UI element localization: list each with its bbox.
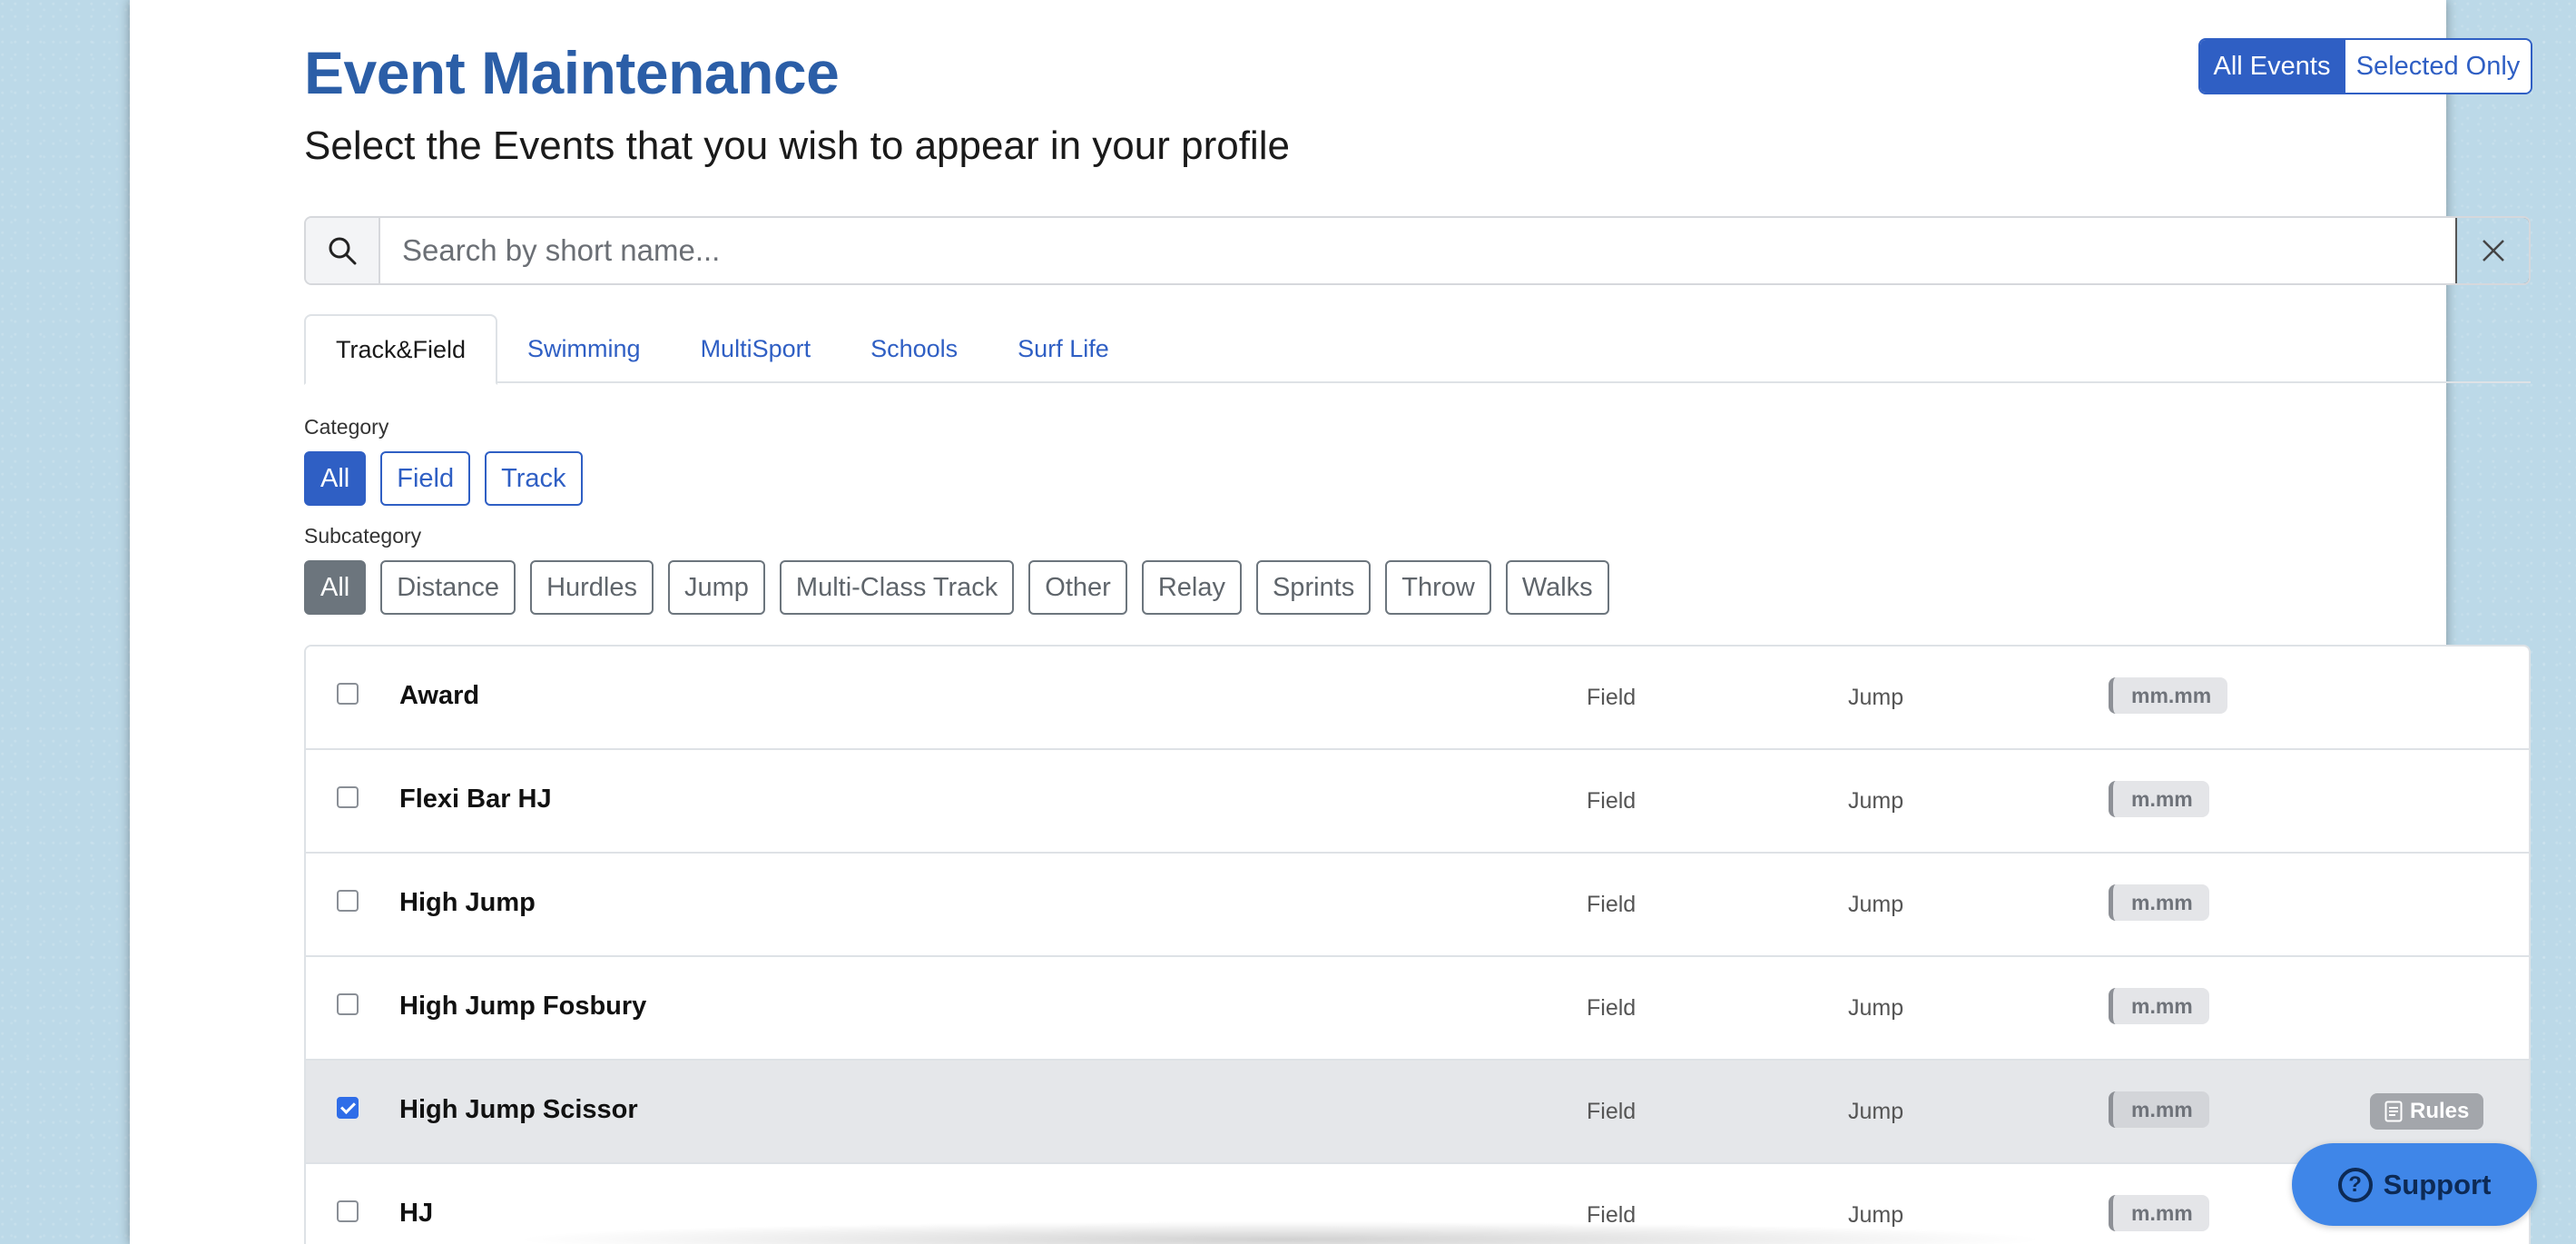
selected-only-button[interactable]: Selected Only: [2344, 40, 2531, 93]
format-badge: m.mm: [2109, 1091, 2209, 1128]
tab-swimming[interactable]: Swimming: [497, 314, 671, 383]
event-subcategory: Jump: [1848, 892, 1904, 917]
subcategory-label: Subcategory: [304, 524, 422, 548]
category-all-button[interactable]: All: [304, 451, 367, 506]
support-label: Support: [2383, 1168, 2492, 1200]
view-toggle: All Events Selected Only: [2198, 38, 2532, 94]
table-row[interactable]: High Jump Field Jump m.mm: [306, 854, 2529, 957]
event-subcategory: Jump: [1848, 1099, 1904, 1124]
category-filter: All Field Track: [304, 451, 583, 506]
table-row[interactable]: High Jump Fosbury Field Jump m.mm: [306, 957, 2529, 1061]
event-category: Field: [1587, 1099, 1637, 1124]
subcategory-jump-button[interactable]: Jump: [668, 560, 765, 615]
subcategory-filter: All Distance Hurdles Jump Multi-Class Tr…: [304, 560, 1609, 615]
tab-multisport[interactable]: MultiSport: [671, 314, 841, 383]
format-badge: m.mm: [2109, 781, 2209, 817]
format-badge: mm.mm: [2109, 677, 2228, 714]
clear-search-button[interactable]: [2455, 218, 2529, 283]
event-name: High Jump Fosbury: [399, 992, 647, 1021]
event-name: High Jump Scissor: [399, 1095, 638, 1124]
all-events-button[interactable]: All Events: [2200, 40, 2344, 93]
event-category: Field: [1587, 788, 1637, 814]
search-icon: [306, 218, 380, 283]
event-category: Field: [1587, 995, 1637, 1021]
tab-schools[interactable]: Schools: [841, 314, 988, 383]
subcategory-hurdles-button[interactable]: Hurdles: [530, 560, 654, 615]
subcategory-multi-class-track-button[interactable]: Multi-Class Track: [779, 560, 1015, 615]
search-input[interactable]: [380, 218, 2455, 283]
format-badge: m.mm: [2109, 988, 2209, 1024]
event-subcategory: Jump: [1848, 995, 1904, 1021]
event-name: Award: [399, 681, 480, 710]
tab-track-field[interactable]: Track&Field: [304, 314, 498, 385]
category-label: Category: [304, 415, 389, 439]
format-badge: m.mm: [2109, 884, 2209, 921]
format-badge: m.mm: [2109, 1195, 2209, 1231]
row-checkbox[interactable]: [337, 1200, 359, 1222]
sport-tabs: Track&Field Swimming MultiSport Schools …: [304, 314, 2531, 385]
rules-button[interactable]: Rules: [2370, 1093, 2484, 1130]
subcategory-all-button[interactable]: All: [304, 560, 367, 615]
row-checkbox-checked[interactable]: [337, 1097, 359, 1119]
event-name: Flexi Bar HJ: [399, 785, 552, 814]
events-table: Award Field Jump mm.mm Flexi Bar HJ Fiel…: [304, 645, 2531, 1244]
tab-surf-life[interactable]: Surf Life: [988, 314, 1139, 383]
event-category: Field: [1587, 892, 1637, 917]
scroll-shadow: [508, 1221, 2051, 1244]
subcategory-other-button[interactable]: Other: [1028, 560, 1127, 615]
subcategory-throw-button[interactable]: Throw: [1385, 560, 1491, 615]
event-category: Field: [1587, 685, 1637, 710]
page-title: Event Maintenance: [304, 39, 840, 106]
document-icon: [2384, 1101, 2403, 1122]
rules-label: Rules: [2410, 1099, 2470, 1123]
support-button[interactable]: ? Support: [2292, 1143, 2537, 1226]
category-field-button[interactable]: Field: [380, 451, 471, 506]
subcategory-walks-button[interactable]: Walks: [1505, 560, 1609, 615]
table-row[interactable]: Award Field Jump mm.mm: [306, 647, 2529, 750]
row-checkbox[interactable]: [337, 786, 359, 808]
subcategory-sprints-button[interactable]: Sprints: [1255, 560, 1372, 615]
event-subcategory: Jump: [1848, 685, 1904, 710]
row-checkbox[interactable]: [337, 993, 359, 1015]
event-name: HJ: [399, 1199, 434, 1228]
event-subcategory: Jump: [1848, 788, 1904, 814]
row-checkbox[interactable]: [337, 683, 359, 705]
table-row[interactable]: Flexi Bar HJ Field Jump m.mm: [306, 750, 2529, 854]
event-name: High Jump: [399, 888, 536, 917]
main-card: Event Maintenance Select the Events that…: [130, 0, 2532, 1244]
row-checkbox[interactable]: [337, 890, 359, 912]
subcategory-distance-button[interactable]: Distance: [380, 560, 516, 615]
category-track-button[interactable]: Track: [485, 451, 583, 506]
subcategory-relay-button[interactable]: Relay: [1141, 560, 1242, 615]
help-icon: ?: [2337, 1167, 2373, 1202]
search-bar: [304, 216, 2531, 285]
table-row-selected[interactable]: High Jump Scissor Field Jump m.mm Rules: [306, 1061, 2529, 1164]
page-subtitle: Select the Events that you wish to appea…: [304, 123, 1290, 168]
close-icon: [2482, 240, 2504, 262]
